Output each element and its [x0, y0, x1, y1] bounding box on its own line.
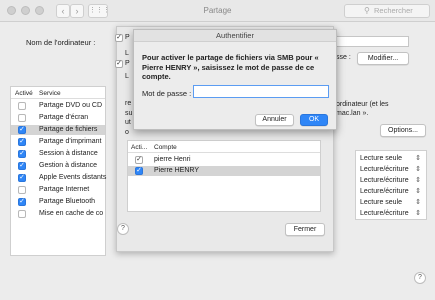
search-icon: ⚲ — [364, 6, 370, 15]
account-row-selected[interactable]: ✓ Pierre HENRY — [128, 166, 320, 176]
sheet-fragment: o — [125, 129, 129, 136]
permission-value: Lecture/écriture — [360, 177, 409, 184]
service-row[interactable]: Mise en cache de co — [11, 209, 105, 219]
service-label: Gestion à distance — [39, 162, 97, 169]
ok-button[interactable]: OK — [300, 114, 328, 126]
service-row[interactable]: ✓ Session à distance — [11, 149, 105, 159]
checkmark-icon[interactable]: ✓ — [18, 126, 26, 134]
service-row[interactable]: ✓ Partage d'imprimant — [11, 137, 105, 147]
help-icon[interactable]: ? — [117, 223, 129, 235]
edit-button[interactable]: Modifier... — [357, 52, 409, 65]
service-checkbox[interactable] — [18, 210, 26, 218]
checkmark-icon[interactable]: ✓ — [18, 138, 26, 146]
service-row[interactable]: ✓ Apple Events distants — [11, 173, 107, 183]
header-account: Compte — [154, 144, 177, 151]
permission-value: Lecture/écriture — [360, 166, 409, 173]
service-row[interactable]: ✓ Partage Bluetooth — [11, 197, 105, 207]
sheet-fragment: L — [125, 73, 129, 80]
service-label: Partage DVD ou CD — [39, 102, 103, 109]
stepper-icon[interactable]: ⇕ — [415, 176, 421, 184]
service-row[interactable]: Partage Internet — [11, 185, 105, 195]
permission-value: Lecture seule — [360, 155, 403, 162]
account-label: pierre Henri — [154, 156, 191, 163]
checkmark-icon[interactable]: ✓ — [115, 34, 123, 42]
services-list: Activé Service Partage DVD ou CD Partage… — [10, 86, 106, 256]
sheet-fragment: ut — [125, 119, 131, 126]
permission-row[interactable]: Lecture/écriture ⇕ — [356, 209, 426, 219]
dialog-message: Pour activer le partage de fichiers via … — [142, 53, 319, 81]
service-checkbox[interactable] — [18, 114, 26, 122]
authenticate-dialog: Authentifier Pour activer le partage de … — [133, 29, 337, 130]
sheet-fragment: su — [125, 110, 133, 117]
sheet-fragment: L — [125, 50, 129, 57]
service-label: Mise en cache de co — [39, 210, 104, 217]
permission-value: Lecture seule — [360, 199, 403, 206]
checkmark-icon[interactable]: ✓ — [135, 156, 143, 164]
service-label: Partage de fichiers — [39, 126, 98, 133]
help-icon[interactable]: ? — [414, 272, 426, 284]
accounts-table: Acti... Compte ✓ pierre Henri ✓ Pierre H… — [127, 140, 321, 212]
service-label: Session à distance — [39, 150, 98, 157]
service-label: Apple Events distants — [39, 174, 107, 181]
service-row[interactable]: Partage DVD ou CD — [11, 101, 105, 111]
permission-row[interactable]: Lecture seule ⇕ — [356, 198, 426, 208]
sheet-fragment: re — [125, 100, 132, 107]
service-checkbox[interactable] — [18, 102, 26, 110]
computer-name-field[interactable] — [333, 36, 409, 47]
service-checkbox[interactable] — [18, 186, 26, 194]
permission-row[interactable]: Lecture/écriture ⇕ — [356, 165, 426, 175]
search-field[interactable]: ⚲ Rechercher — [344, 4, 430, 18]
checkmark-icon[interactable]: ✓ — [18, 198, 26, 206]
checkmark-icon[interactable]: ✓ — [18, 174, 26, 182]
header-service: Service — [39, 90, 61, 97]
computer-name-label: Nom de l'ordinateur : — [26, 38, 96, 47]
options-button[interactable]: Options... — [380, 124, 426, 137]
password-label: Mot de passe : — [142, 89, 192, 98]
header-active: Acti... — [131, 144, 148, 151]
service-label: Partage d'imprimant — [39, 138, 102, 145]
permission-value: Lecture/écriture — [360, 188, 409, 195]
service-label: Partage d'écran — [39, 114, 89, 121]
sheet-fragment: P — [125, 34, 130, 41]
permission-row[interactable]: Lecture seule ⇕ — [356, 154, 426, 164]
header-enabled: Activé — [15, 90, 33, 97]
checkmark-icon[interactable]: ✓ — [18, 150, 26, 158]
account-row[interactable]: ✓ pierre Henri — [128, 155, 320, 165]
permission-row[interactable]: Lecture/écriture ⇕ — [356, 176, 426, 186]
dialog-title: Authentifier — [134, 30, 336, 42]
checkmark-icon[interactable]: ✓ — [135, 167, 143, 175]
checkmark-icon[interactable]: ✓ — [18, 162, 26, 170]
search-placeholder: Rechercher — [374, 6, 413, 15]
cancel-button[interactable]: Annuler — [255, 114, 294, 126]
service-label: Partage Internet — [39, 186, 90, 193]
service-label: Partage Bluetooth — [39, 198, 96, 205]
service-row[interactable]: Partage d'écran — [11, 113, 105, 123]
description-fragment-1: ordinateur (et les — [336, 101, 389, 108]
password-field[interactable] — [193, 85, 329, 98]
stepper-icon[interactable]: ⇕ — [415, 187, 421, 195]
stepper-icon[interactable]: ⇕ — [415, 154, 421, 162]
header-divider — [128, 152, 320, 153]
sheet-fragment: P — [125, 60, 130, 67]
service-row-selected[interactable]: ✓ Partage de fichiers — [11, 125, 105, 135]
stepper-icon[interactable]: ⇕ — [415, 198, 421, 206]
stepper-icon[interactable]: ⇕ — [415, 165, 421, 173]
title-bar: ‹ › ⋮⋮⋮ Partage ⚲ Rechercher — [0, 0, 435, 22]
permission-value: Lecture/écriture — [360, 210, 409, 217]
stepper-icon[interactable]: ⇕ — [415, 209, 421, 217]
header-divider — [11, 98, 105, 99]
account-label: Pierre HENRY — [154, 167, 199, 174]
permissions-list: Lecture seule ⇕ Lecture/écriture ⇕ Lecture… — [355, 150, 427, 220]
permission-row[interactable]: Lecture/écriture ⇕ — [356, 187, 426, 197]
close-button[interactable]: Fermer — [285, 223, 325, 236]
checkmark-icon[interactable]: ✓ — [115, 60, 123, 68]
address-label-fragment: sse : — [336, 54, 351, 61]
description-fragment-2: mac.lan ». — [336, 110, 369, 117]
service-row[interactable]: ✓ Gestion à distance — [11, 161, 105, 171]
